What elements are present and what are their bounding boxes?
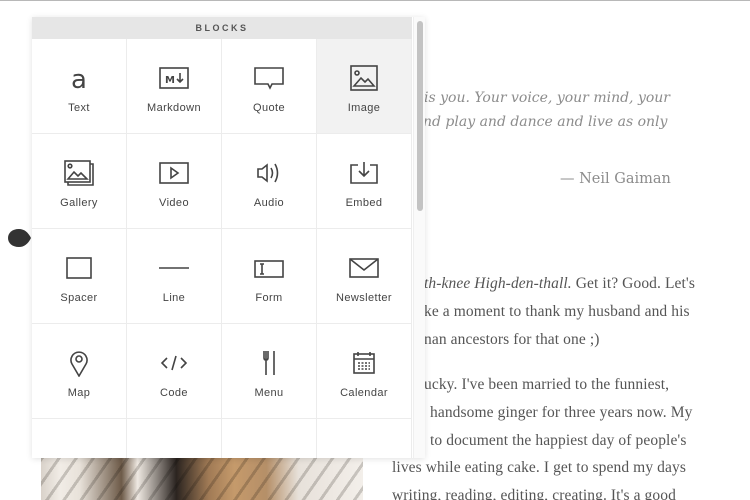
block-label: Image (347, 102, 381, 114)
line-icon (157, 253, 191, 283)
block-label: Form (255, 292, 283, 304)
quote-attribution: — Neil Gaiman (560, 171, 671, 187)
block-label: Line (162, 292, 186, 304)
body-text-line: th-knee High-den-thall. Get it? Good. Le… (424, 275, 695, 293)
block-map[interactable]: Map (32, 324, 127, 419)
block-gallery[interactable]: Gallery (32, 134, 127, 229)
gallery-icon (62, 158, 96, 188)
map-pin-icon (62, 348, 96, 378)
calendar-icon (347, 348, 381, 378)
block-video[interactable]: Video (127, 134, 222, 229)
svg-text:a: a (71, 65, 87, 92)
block-embed[interactable]: Embed (317, 134, 412, 229)
quote-icon (252, 63, 286, 93)
block-more-1[interactable] (32, 419, 127, 458)
body-text-line: handsome ginger for three years now. My (430, 404, 693, 421)
block-label: Embed (345, 197, 383, 209)
block-label: Gallery (60, 197, 98, 209)
block-icon-partial (347, 443, 381, 458)
block-audio[interactable]: Audio (222, 134, 317, 229)
scrollbar-thumb[interactable] (417, 21, 423, 211)
blocks-grid: a Text M Markdown Quote Image Gallery Vi… (32, 39, 412, 458)
block-image[interactable]: Image (317, 39, 412, 134)
block-more-3[interactable] (222, 419, 317, 458)
audio-icon (252, 158, 286, 188)
body-text-line: lives while eating cake. I get to spend … (392, 459, 686, 476)
form-icon (252, 253, 286, 283)
block-quote[interactable]: Quote (222, 39, 317, 134)
block-menu[interactable]: Menu (222, 324, 317, 419)
block-label: Quote (253, 102, 285, 114)
blocks-panel-title: BLOCKS (32, 17, 412, 39)
block-label: Spacer (60, 292, 98, 304)
spacer-icon (62, 253, 96, 283)
block-icon-partial (157, 443, 191, 458)
block-text[interactable]: a Text (32, 39, 127, 134)
block-calendar[interactable]: Calendar (317, 324, 412, 419)
newsletter-icon (347, 253, 381, 283)
block-spacer[interactable]: Spacer (32, 229, 127, 324)
quote-text-line: is you. Your voice, your mind, your (424, 90, 670, 106)
insert-point-handle[interactable] (7, 228, 32, 248)
block-label: Markdown (147, 102, 201, 114)
video-icon (157, 158, 191, 188)
body-text-italic: th-knee High-den-thall. (424, 275, 572, 292)
block-markdown[interactable]: M Markdown (127, 39, 222, 134)
block-label: Calendar (340, 387, 388, 399)
embed-icon (347, 158, 381, 188)
block-label: Menu (254, 387, 284, 399)
svg-text:M: M (165, 75, 175, 86)
content-photo (41, 457, 363, 500)
block-icon-partial (252, 443, 286, 458)
block-label: Video (159, 197, 189, 209)
blocks-panel-scrollbar[interactable] (413, 17, 425, 458)
block-more-2[interactable] (127, 419, 222, 458)
block-label: Newsletter (336, 292, 392, 304)
block-newsletter[interactable]: Newsletter (317, 229, 412, 324)
block-code[interactable]: Code (127, 324, 222, 419)
body-text-line: to document the happiest day of people's (430, 432, 687, 449)
image-icon (347, 63, 381, 93)
body-text-line: ke a moment to thank my husband and his (424, 303, 690, 320)
block-label: Code (160, 387, 188, 399)
body-text-line: ucky. I've been married to the funniest, (424, 376, 670, 393)
code-icon (157, 348, 191, 378)
fork-knife-icon (252, 348, 286, 378)
block-label: Map (67, 387, 91, 399)
block-label: Text (68, 102, 90, 114)
quote-text-line: nd play and dance and live as only (423, 114, 668, 130)
block-label: Audio (253, 197, 285, 209)
blocks-panel: BLOCKS a Text M Markdown Quote Image Gal… (32, 17, 425, 458)
block-more-4[interactable] (317, 419, 412, 458)
block-line[interactable]: Line (127, 229, 222, 324)
block-form[interactable]: Form (222, 229, 317, 324)
markdown-icon: M (157, 63, 191, 93)
body-text-line: nan ancestors for that one ;) (424, 331, 600, 348)
body-text-rest: Get it? Good. Let's (571, 275, 695, 292)
block-icon-partial (62, 443, 96, 458)
text-icon: a (62, 63, 96, 93)
body-text-line: writing, reading, editing, creating. It'… (392, 487, 676, 500)
